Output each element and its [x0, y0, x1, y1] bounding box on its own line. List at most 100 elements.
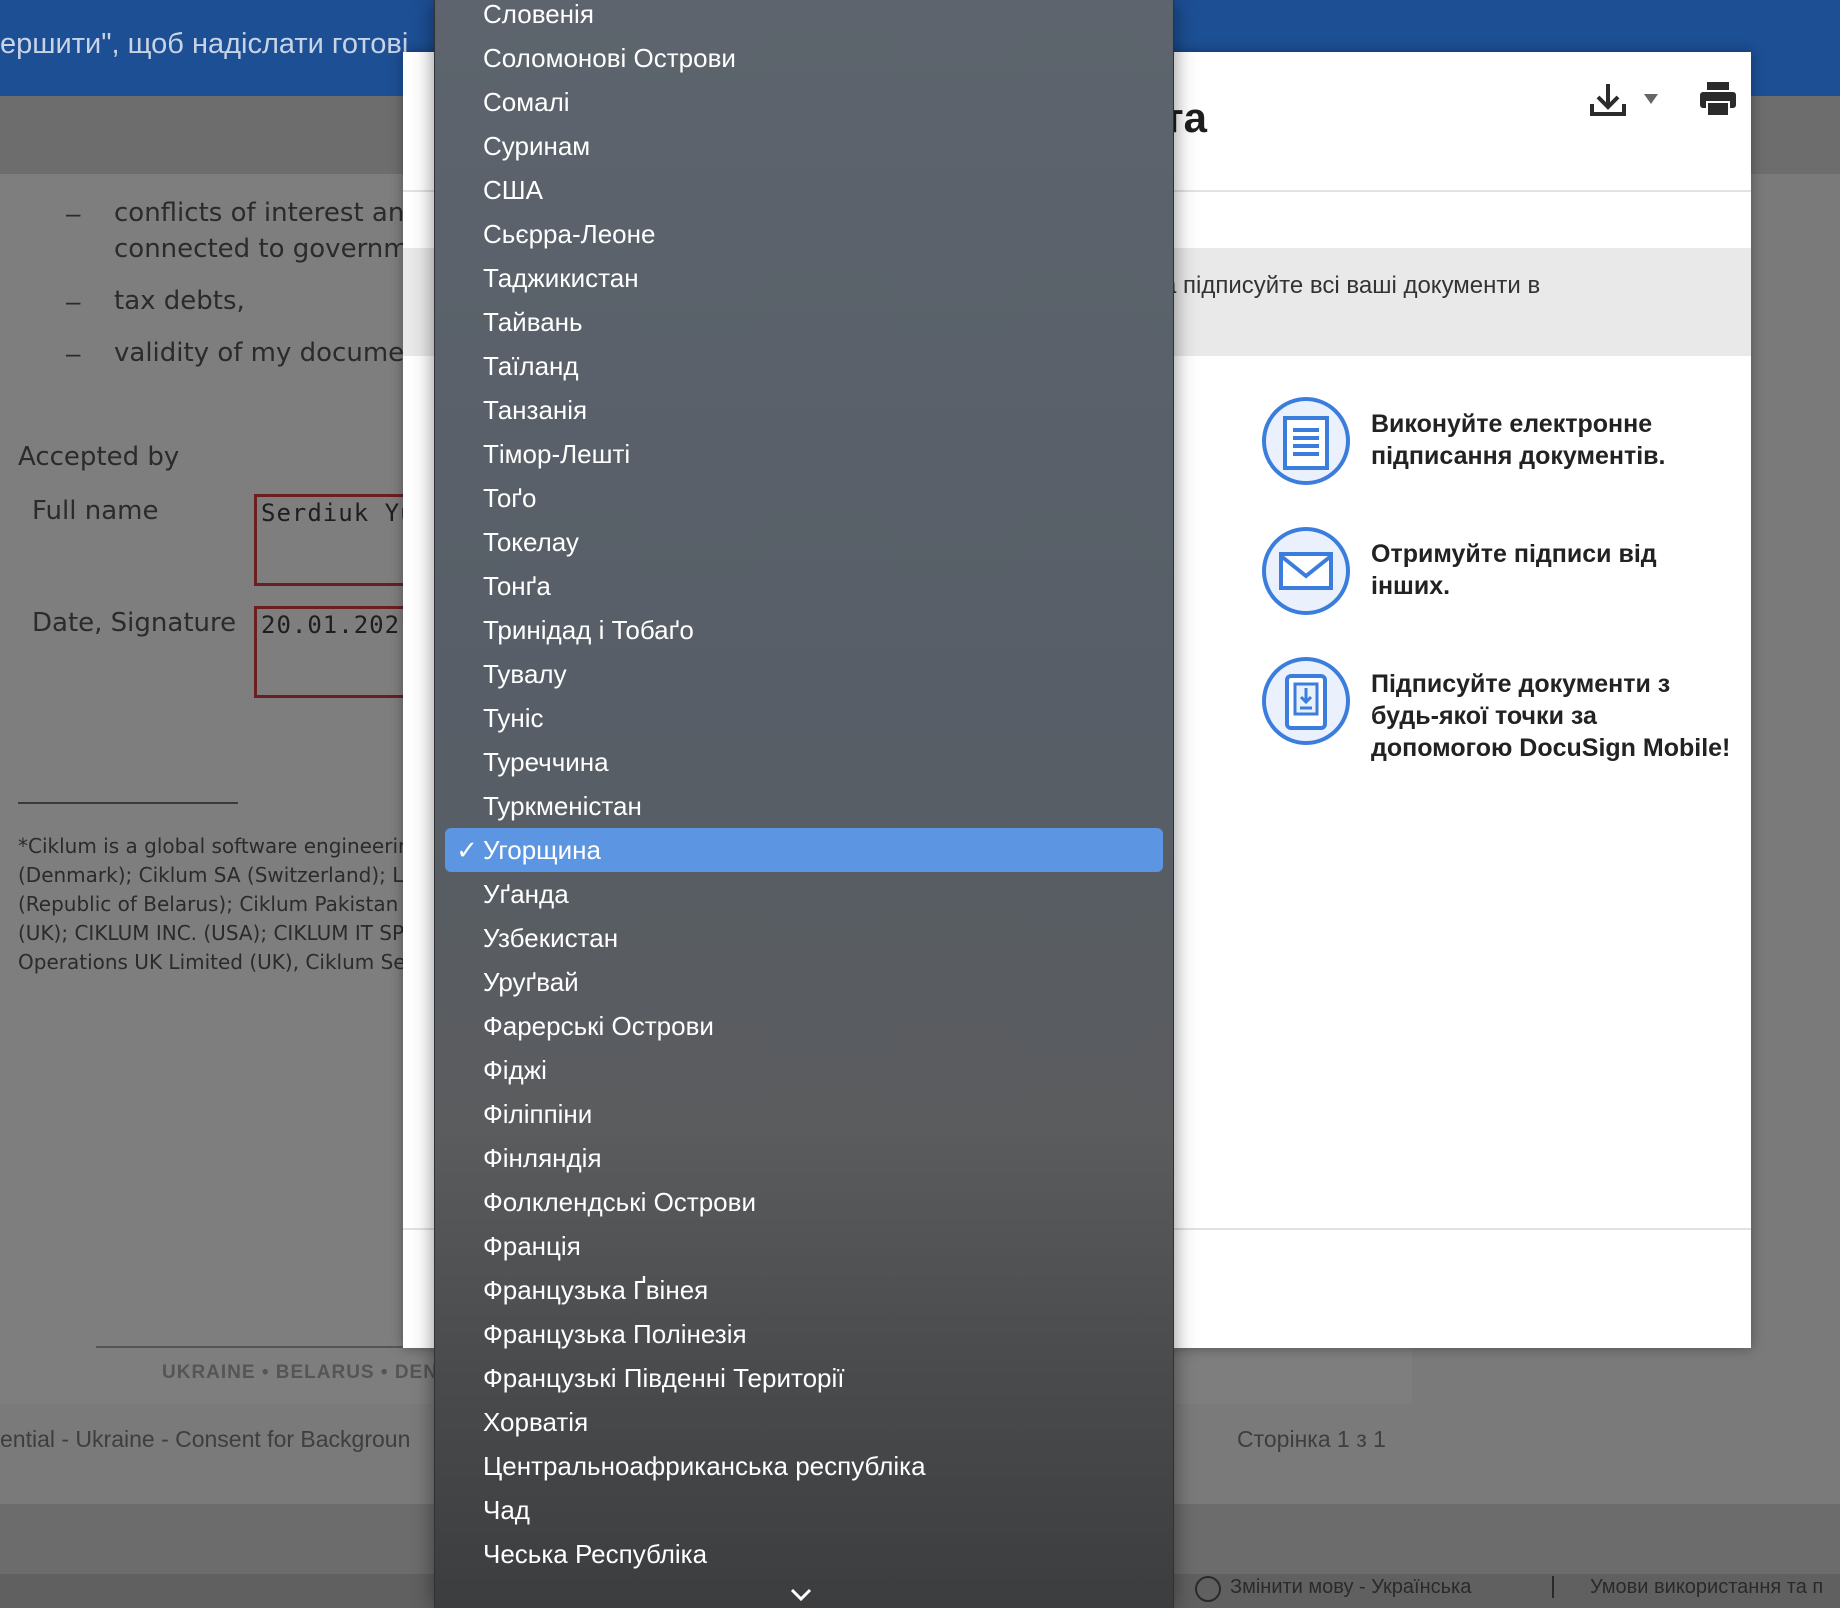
country-option[interactable]: Туніс: [445, 696, 1163, 740]
country-option-label: Французькі Південні Території: [483, 1363, 845, 1393]
full-name-label: Full name: [32, 496, 159, 526]
country-option[interactable]: Словенія: [445, 0, 1163, 36]
bullet-dash: –: [66, 198, 81, 228]
country-option[interactable]: Туреччина: [445, 740, 1163, 784]
country-option-label: Французька Ґвінея: [483, 1275, 709, 1305]
terms-link[interactable]: Умови використання та п: [1590, 1576, 1823, 1599]
country-option-label: Туреччина: [483, 747, 609, 777]
country-option[interactable]: Франція: [445, 1224, 1163, 1268]
country-option-label: Таїланд: [483, 351, 579, 381]
bullet-text: tax debts,: [114, 286, 245, 316]
country-option[interactable]: Тімор-Лешті: [445, 432, 1163, 476]
country-option[interactable]: ✓ Угорщина: [445, 828, 1163, 872]
bullet-text: conflicts of interest an: [114, 198, 405, 228]
country-option[interactable]: Сомалі: [445, 80, 1163, 124]
bullet-text-cont: connected to governme: [114, 234, 425, 264]
bullet-dash: –: [66, 338, 81, 368]
mobile-icon: [1262, 657, 1350, 745]
country-option[interactable]: Суринам: [445, 124, 1163, 168]
country-option-label: Чад: [483, 1495, 530, 1525]
footnote-line: (UK); CIKLUM INC. (USA); CIKLUM IT SPA: [18, 921, 417, 945]
download-icon: [1590, 84, 1658, 116]
download-menu-button[interactable]: [1588, 80, 1668, 126]
country-option[interactable]: Французька Ґвінея: [445, 1268, 1163, 1312]
country-option-label: Словенія: [483, 0, 594, 29]
country-option-label: Франція: [483, 1231, 581, 1261]
country-option-label: Токелау: [483, 527, 579, 557]
country-option[interactable]: Фарерські Острови: [445, 1004, 1163, 1048]
feature-label: Отримуйте підписи від інших.: [1371, 540, 1657, 600]
country-option-label: Сомалі: [483, 87, 570, 117]
country-option-label: Філіппіни: [483, 1099, 593, 1129]
country-option-label: Центральноафриканська республіка: [483, 1451, 926, 1481]
full-name-field[interactable]: Serdiuk Yu: [254, 494, 415, 586]
bullet-dash: –: [66, 286, 81, 316]
country-option-label: Тринідад і Тобаґо: [483, 615, 694, 645]
country-option-label: Фолклендські Острови: [483, 1187, 756, 1217]
banner-message: ершити", щоб надіслати готові: [0, 28, 409, 60]
country-option-label: США: [483, 175, 543, 205]
country-option[interactable]: Таджикистан: [445, 256, 1163, 300]
chevron-down-icon: [1644, 94, 1658, 104]
country-option[interactable]: Сьєрра-Леоне: [445, 212, 1163, 256]
country-option-label: Сьєрра-Леоне: [483, 219, 656, 249]
country-option-label: Угорщина: [483, 835, 601, 865]
envelope-icon: [1262, 527, 1350, 615]
country-option[interactable]: Узбекистан: [445, 916, 1163, 960]
country-option[interactable]: США: [445, 168, 1163, 212]
footnote-line: (Denmark); Ciklum SA (Switzerland); Li: [18, 863, 409, 887]
country-option-label: Тувалу: [483, 659, 567, 689]
feature-label: Підписуйте документи з будь-якої точки з…: [1371, 670, 1731, 762]
change-language-link[interactable]: Змінити мову - Українська: [1230, 1576, 1471, 1599]
country-option[interactable]: Токелау: [445, 520, 1163, 564]
country-option-label: Таджикистан: [483, 263, 639, 293]
globe-icon[interactable]: [1195, 1576, 1221, 1602]
country-option[interactable]: Хорватія: [445, 1400, 1163, 1444]
country-option-label: Тоґо: [483, 483, 537, 513]
footer-separator: [1552, 1576, 1554, 1598]
country-option[interactable]: Чад: [445, 1488, 1163, 1532]
country-option[interactable]: Чеська Республіка: [445, 1532, 1163, 1576]
date-field[interactable]: 20.01.2021: [254, 606, 415, 698]
country-option[interactable]: Тонґа: [445, 564, 1163, 608]
footnote-line: *Ciklum is a global software engineerin: [18, 834, 411, 858]
country-dropdown-list[interactable]: Словенія Соломонові Острови Сомалі Суринам С…: [434, 0, 1174, 1608]
footnote-divider: [18, 802, 238, 804]
country-option[interactable]: Фіджі: [445, 1048, 1163, 1092]
country-option[interactable]: Тринідад і Тобаґо: [445, 608, 1163, 652]
print-icon: [1700, 82, 1736, 117]
country-option[interactable]: Фолклендські Острови: [445, 1180, 1163, 1224]
country-option[interactable]: Тоґо: [445, 476, 1163, 520]
country-option-label: Уруґвай: [483, 967, 579, 997]
country-option[interactable]: Танзанія: [445, 388, 1163, 432]
country-option[interactable]: Філіппіни: [445, 1092, 1163, 1136]
feature-label: Виконуйте електронне підписання документ…: [1371, 410, 1666, 470]
country-option[interactable]: Туркменістан: [445, 784, 1163, 828]
country-option-label: Соломонові Острови: [483, 43, 736, 73]
country-option[interactable]: Уґанда: [445, 872, 1163, 916]
country-option-label: Суринам: [483, 131, 591, 161]
country-option[interactable]: Тайвань: [445, 300, 1163, 344]
country-option[interactable]: Фінляндія: [445, 1136, 1163, 1180]
banner-text: а підписуйте всі ваші документи в: [1163, 272, 1541, 299]
date-signature-label: Date, Signature: [32, 608, 237, 638]
country-option-label: Туркменістан: [483, 791, 642, 821]
country-option[interactable]: Соломонові Острови: [445, 36, 1163, 80]
country-option[interactable]: Центральноафриканська республіка: [445, 1444, 1163, 1488]
checkmark-icon: ✓: [456, 835, 478, 865]
document-file-name: ential - Ukraine - Consent for Backgroun: [0, 1426, 411, 1452]
country-option[interactable]: Французькі Південні Території: [445, 1356, 1163, 1400]
footer-countries: UKRAINE • BELARUS • DENM: [162, 1362, 455, 1383]
country-option-label: Тайвань: [483, 307, 583, 337]
country-option-label: Танзанія: [483, 395, 588, 425]
print-button[interactable]: [1698, 80, 1738, 120]
country-option-label: Уґанда: [483, 879, 569, 909]
country-option-label: Туніс: [483, 703, 544, 733]
country-option[interactable]: Уруґвай: [445, 960, 1163, 1004]
country-option[interactable]: Тувалу: [445, 652, 1163, 696]
accepted-by-label: Accepted by: [18, 442, 180, 472]
country-option-label: Фіджі: [483, 1055, 547, 1085]
country-option[interactable]: Таїланд: [445, 344, 1163, 388]
chevron-down-icon[interactable]: [789, 1588, 813, 1602]
country-option[interactable]: Французька Полінезія: [445, 1312, 1163, 1356]
